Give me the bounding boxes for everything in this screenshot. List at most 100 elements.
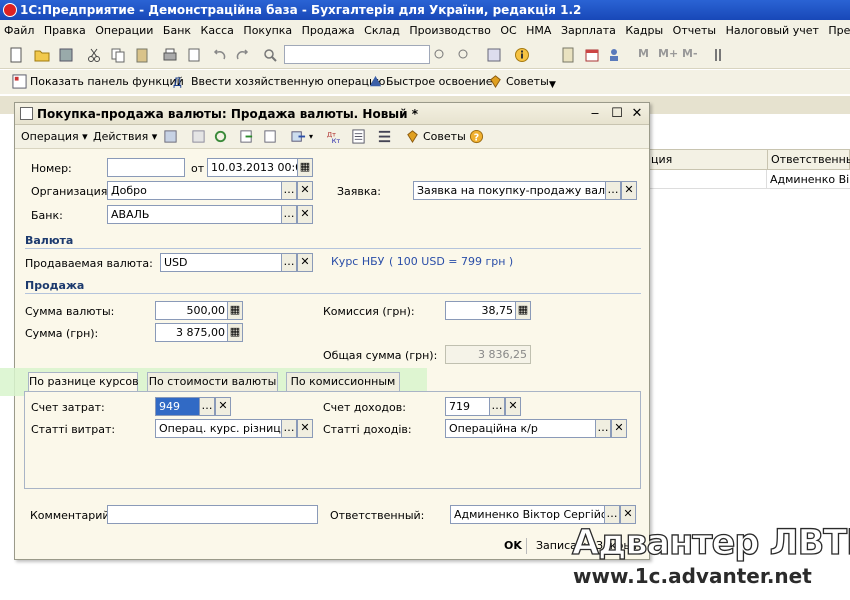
go-to-dropdown-icon[interactable]: ▾ (309, 125, 313, 149)
redo-icon[interactable] (234, 47, 250, 63)
menu-intangibles[interactable]: НМА (526, 24, 551, 37)
post-document-icon[interactable] (163, 129, 178, 144)
menu-file[interactable]: Файл (4, 24, 34, 37)
find-next-icon[interactable] (432, 47, 448, 63)
show-function-panel-button[interactable]: Показать панель функций (30, 71, 184, 93)
organization-select-button[interactable]: … (281, 181, 297, 200)
commission-field[interactable]: 38,75 (445, 301, 517, 320)
structure-icon[interactable] (377, 129, 392, 144)
quick-learning-button[interactable]: Быстрое освоение (386, 71, 493, 93)
memory-minus-button[interactable]: M- (682, 47, 698, 60)
menu-enterprise[interactable]: Предприятие (828, 24, 850, 37)
income-items-field[interactable]: Операційна к/р (445, 419, 597, 438)
actions-menu-button[interactable]: Действия ▾ (93, 125, 157, 149)
refresh-icon[interactable] (213, 129, 228, 144)
chevron-down-icon[interactable]: ▼ (549, 74, 556, 96)
income-items-select-button[interactable]: … (595, 419, 611, 438)
undo-icon[interactable] (212, 47, 228, 63)
memory-plus-button[interactable]: M+ (658, 47, 678, 60)
print-icon[interactable] (162, 47, 178, 63)
cut-icon[interactable] (86, 47, 102, 63)
menu-bank[interactable]: Банк (163, 24, 191, 37)
menu-purchase[interactable]: Покупка (243, 24, 292, 37)
menu-salary[interactable]: Зарплата (561, 24, 616, 37)
operation-menu-button[interactable]: Операция ▾ (21, 125, 88, 149)
save-icon[interactable] (58, 47, 74, 63)
memory-m-button[interactable]: M (638, 47, 649, 60)
unpost-document-icon[interactable] (191, 129, 206, 144)
sold-currency-field[interactable]: USD (160, 253, 283, 272)
menu-reports[interactable]: Отчеты (673, 24, 716, 37)
windows-icon[interactable] (486, 47, 502, 63)
income-account-select-button[interactable]: … (489, 397, 505, 416)
enter-based-on-icon[interactable] (239, 129, 254, 144)
request-field[interactable]: Заявка на покупку-продажу валюты (413, 181, 607, 200)
report-icon[interactable] (351, 129, 366, 144)
debit-credit-icon[interactable]: ДтКт (327, 129, 342, 145)
income-items-clear-button[interactable]: ✕ (611, 419, 627, 438)
currency-clear-button[interactable]: ✕ (297, 253, 313, 272)
go-to-icon[interactable] (291, 129, 306, 144)
currency-sum-calculator-button[interactable]: ▦ (227, 301, 243, 320)
expense-account-select-button[interactable]: … (199, 397, 215, 416)
menu-fixed-assets[interactable]: ОС (500, 24, 516, 37)
date-field[interactable]: 10.03.2013 00:00 (207, 158, 299, 177)
menu-production[interactable]: Производство (409, 24, 490, 37)
organization-field[interactable]: Добро (107, 181, 283, 200)
calendar-icon[interactable] (584, 47, 600, 63)
find-prev-icon[interactable] (456, 47, 472, 63)
comment-field[interactable] (107, 505, 318, 524)
menu-cash[interactable]: Касса (201, 24, 234, 37)
request-clear-button[interactable]: ✕ (621, 181, 637, 200)
users-icon[interactable] (608, 47, 624, 63)
copy-document-icon[interactable] (263, 129, 278, 144)
income-account-field[interactable]: 719 (445, 397, 491, 416)
commission-calculator-button[interactable]: ▦ (515, 301, 531, 320)
expense-account-clear-button[interactable]: ✕ (215, 397, 231, 416)
expense-items-clear-button[interactable]: ✕ (297, 419, 313, 438)
tab-rate-difference[interactable]: По разнице курсов (28, 372, 139, 392)
menu-operations[interactable]: Операции (95, 24, 153, 37)
search-icon[interactable] (262, 47, 278, 63)
settings-tools-icon[interactable] (712, 47, 728, 63)
column-header-operation[interactable]: ция (651, 153, 672, 166)
uah-sum-calculator-button[interactable]: ▦ (227, 323, 243, 342)
enter-operation-button[interactable]: Ввести хозяйственную операцию (191, 71, 385, 93)
uah-sum-field[interactable]: 3 875,00 (155, 323, 229, 342)
open-folder-icon[interactable] (34, 47, 50, 63)
currency-sum-field[interactable]: 500,00 (155, 301, 229, 320)
new-document-icon[interactable] (8, 47, 24, 63)
expense-items-field[interactable]: Операц. курс. різниця (155, 419, 283, 438)
menu-edit[interactable]: Правка (44, 24, 86, 37)
organization-clear-button[interactable]: ✕ (297, 181, 313, 200)
menu-warehouse[interactable]: Склад (364, 24, 400, 37)
bank-select-button[interactable]: … (281, 205, 297, 224)
paste-icon[interactable] (134, 47, 150, 63)
calendar-picker-button[interactable]: ▦ (297, 158, 313, 177)
responsible-clear-button[interactable]: ✕ (620, 505, 636, 524)
tab-currency-cost[interactable]: По стоимости валюты (147, 372, 278, 392)
bank-clear-button[interactable]: ✕ (297, 205, 313, 224)
calculator-icon[interactable] (560, 47, 576, 63)
minimize-button[interactable]: ‒ (587, 106, 603, 122)
column-header-responsible[interactable]: Ответственный (771, 153, 850, 166)
responsible-field[interactable]: Админенко Віктор Сергійович (450, 505, 606, 524)
menu-hr[interactable]: Кадры (625, 24, 663, 37)
tips-button[interactable]: Советы (506, 71, 549, 93)
ok-button[interactable]: OK (504, 539, 522, 552)
menu-tax[interactable]: Налоговый учет (726, 24, 819, 37)
income-account-clear-button[interactable]: ✕ (505, 397, 521, 416)
form-tips-button[interactable]: Советы (423, 125, 466, 149)
responsible-select-button[interactable]: … (604, 505, 620, 524)
search-input[interactable] (284, 45, 430, 64)
info-icon[interactable] (514, 47, 530, 63)
currency-select-button[interactable]: … (281, 253, 297, 272)
menu-sale[interactable]: Продажа (302, 24, 355, 37)
close-window-button[interactable]: ✕ (629, 106, 645, 122)
copy-icon[interactable] (110, 47, 126, 63)
expense-account-field[interactable]: 949 (155, 397, 201, 416)
help-icon[interactable]: ? (469, 129, 484, 144)
table-row[interactable]: Админенко Вікт (648, 170, 850, 189)
request-select-button[interactable]: … (605, 181, 621, 200)
print-preview-icon[interactable] (186, 47, 202, 63)
